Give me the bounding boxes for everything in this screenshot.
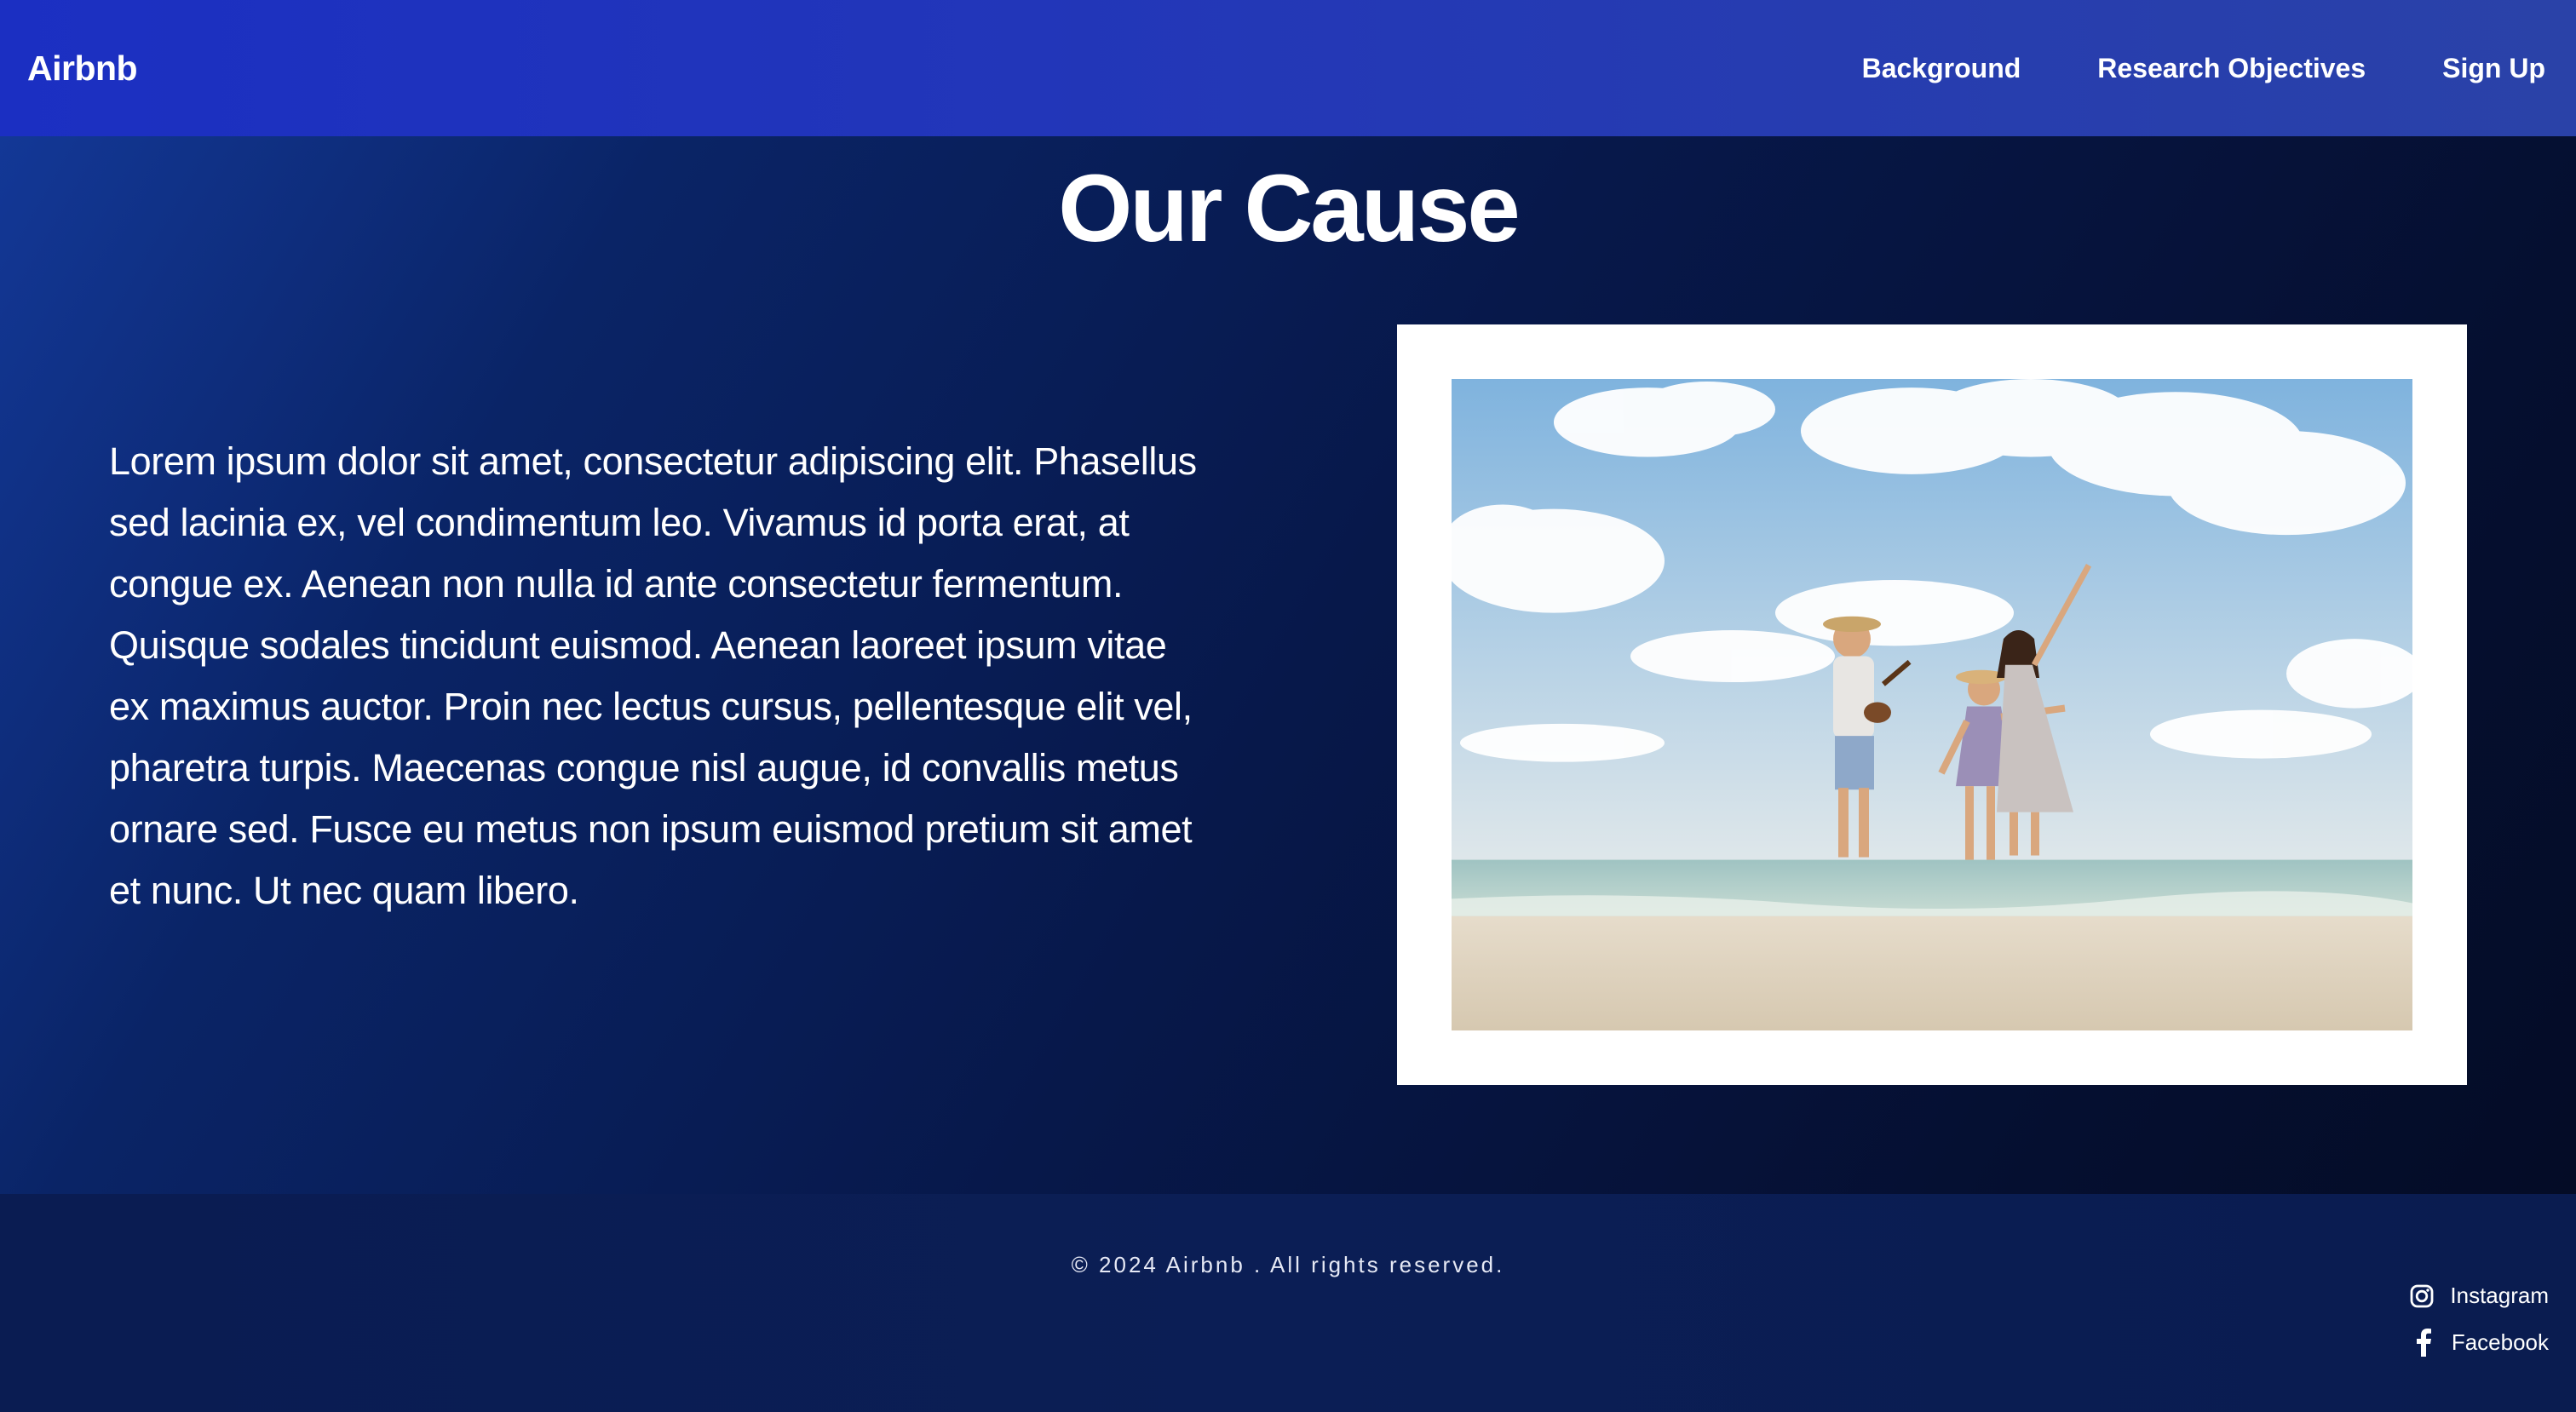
facebook-link[interactable]: Facebook [2411, 1328, 2549, 1357]
nav-link-research-objectives[interactable]: Research Objectives [2097, 53, 2366, 84]
facebook-label: Facebook [2451, 1329, 2549, 1355]
cause-paragraph: Lorem ipsum dolor sit amet, consectetur … [109, 439, 1197, 912]
facebook-icon [2416, 1329, 2431, 1357]
page-title: Our Cause [1058, 155, 1520, 261]
nav-link-sign-up[interactable]: Sign Up [2442, 53, 2545, 84]
nav-links: Background Research Objectives Sign Up [1862, 53, 2545, 84]
main-section: Our Cause Lorem ipsum dolor sit amet, co… [0, 136, 2576, 1194]
instagram-link[interactable]: Instagram [2409, 1283, 2549, 1309]
family-beach-photo [1452, 379, 2412, 1030]
instagram-label: Instagram [2450, 1283, 2549, 1308]
photo-frame [1397, 324, 2467, 1085]
brand-logo[interactable]: Airbnb [27, 49, 138, 89]
social-links: Instagram Facebook [2409, 1283, 2549, 1357]
navbar: Airbnb Background Research Objectives Si… [0, 0, 2576, 136]
instagram-icon [2410, 1284, 2434, 1307]
footer: © 2024 Airbnb . All rights reserved. Ins… [0, 1194, 2576, 1412]
copyright-text: © 2024 Airbnb . All rights reserved. [1071, 1252, 1505, 1277]
nav-link-background[interactable]: Background [1862, 53, 2021, 84]
